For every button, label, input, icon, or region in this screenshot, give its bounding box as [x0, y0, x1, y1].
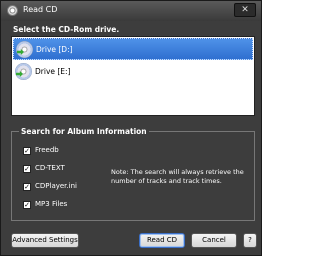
- drive-label: Drive [E:]: [35, 67, 71, 76]
- cdplayer-ini-checkbox[interactable]: ✓: [23, 183, 31, 191]
- cdplayer-ini-label: CDPlayer.ini: [35, 182, 77, 190]
- group-title: Search for Album Information: [19, 127, 149, 136]
- cd-text-checkbox[interactable]: ✓: [23, 165, 31, 173]
- drive-label: Drive [D:]: [36, 45, 73, 54]
- freedb-checkbox[interactable]: ✓: [23, 147, 31, 155]
- search-note: Note: The search will always retrieve th…: [111, 168, 244, 185]
- advanced-settings-button[interactable]: Advanced Settings: [11, 233, 79, 248]
- cd-icon: [7, 5, 18, 16]
- drive-section-label: Select the CD-Rom drive.: [13, 25, 120, 34]
- close-button[interactable]: ✕: [234, 3, 256, 17]
- help-button[interactable]: ?: [243, 233, 257, 248]
- cd-text-label: CD-TEXT: [35, 164, 65, 172]
- drive-item-d[interactable]: Drive [D:]: [13, 38, 253, 60]
- read-cd-dialog: Read CD ✕ Select the CD-Rom drive. Drive…: [0, 0, 262, 256]
- title-bar[interactable]: Read CD ✕: [1, 1, 261, 21]
- window-title: Read CD: [23, 5, 58, 14]
- freedb-label: Freedb: [35, 146, 59, 154]
- cd-drive-icon: [16, 41, 33, 58]
- read-cd-button[interactable]: Read CD: [139, 233, 185, 248]
- cancel-button[interactable]: Cancel: [191, 233, 237, 248]
- drive-list[interactable]: Drive [D:] Drive [E:]: [11, 36, 255, 116]
- drive-item-e[interactable]: Drive [E:]: [13, 61, 253, 83]
- cd-drive-icon: [15, 63, 32, 80]
- mp3-files-checkbox[interactable]: ✓: [23, 201, 31, 209]
- mp3-files-label: MP3 Files: [35, 200, 68, 208]
